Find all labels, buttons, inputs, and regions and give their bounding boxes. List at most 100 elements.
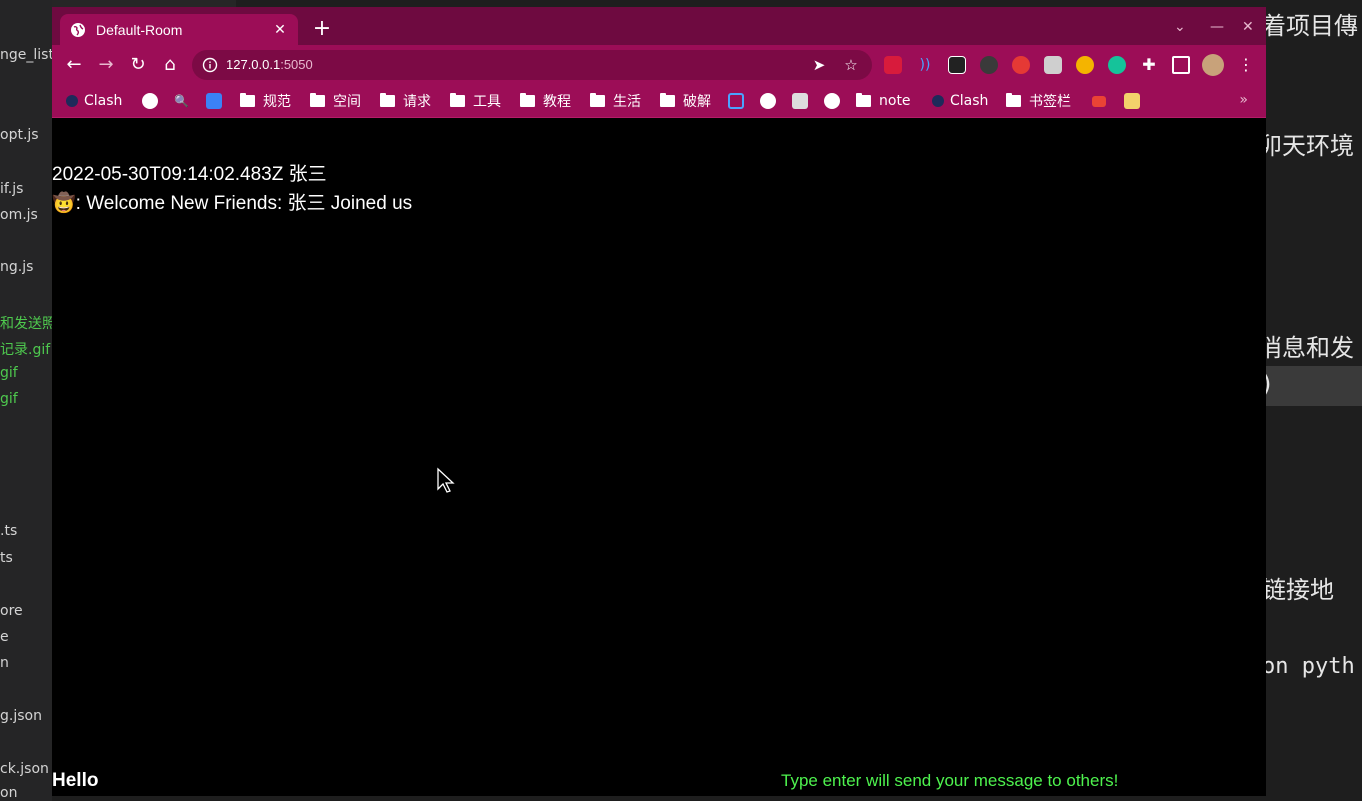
bookmark-notes[interactable] [792, 91, 814, 111]
folder-icon [520, 93, 535, 107]
bookmark-folder[interactable]: 工具 [450, 91, 501, 111]
clash-icon [66, 95, 78, 107]
bookmark-google[interactable] [142, 91, 164, 111]
extension-icon[interactable] [884, 56, 902, 74]
translate-icon [206, 93, 222, 109]
doc-text: 链接地 [1266, 576, 1334, 604]
extension-icon[interactable] [980, 56, 998, 74]
url-host: 127.0.0.1 [226, 57, 281, 72]
globe-icon [824, 93, 840, 109]
sidebar-file: e [0, 629, 9, 645]
sidebar-file: 和发送照 [0, 316, 52, 332]
home-button[interactable]: ⌂ [158, 53, 182, 77]
tab-strip: Default-Room ✕ + ⌄ — ✕ [52, 7, 1266, 45]
bookmark-gmail[interactable] [1092, 91, 1112, 111]
doc-text: 卯天环境 [1266, 132, 1354, 160]
bookmark-bilibili[interactable] [728, 91, 750, 111]
sidebar-file: n [0, 655, 9, 671]
code-block [1266, 366, 1362, 406]
google-icon [142, 93, 158, 109]
doc-text: 着项目傳 [1266, 12, 1358, 40]
sidebar-file: ck.json [0, 761, 49, 777]
folder-icon [450, 93, 465, 107]
send-icon[interactable]: ➤ [810, 56, 828, 74]
sidebar-file: gif [0, 365, 18, 381]
chevron-right-icon[interactable]: » [1239, 92, 1248, 108]
doc-code: on pyth [1266, 654, 1355, 679]
chat-message: 2022-05-30T09:14:02.483Z 张三 [52, 164, 327, 185]
mail-icon [1092, 95, 1106, 107]
bookmark-translate[interactable] [206, 91, 228, 111]
folder-icon [856, 93, 871, 107]
folder-icon [660, 93, 675, 107]
star-icon[interactable]: ☆ [842, 56, 860, 74]
globe-icon [71, 22, 85, 37]
browser-toolbar: ← → ↻ ⌂ 127.0.0.1:5050 ➤ ☆ )) ✚ ⋮ [52, 45, 1266, 85]
back-button[interactable]: ← [62, 53, 86, 77]
browser-window: Default-Room ✕ + ⌄ — ✕ ← → ↻ ⌂ 127.0.0.1… [52, 7, 1266, 796]
sidebar-file: on [0, 785, 18, 801]
folder-icon [590, 93, 605, 107]
bookmark-folder[interactable]: 生活 [590, 91, 641, 111]
tab-title: Default-Room [96, 21, 183, 38]
tab-close-icon[interactable]: ✕ [272, 22, 288, 38]
background-editor-sidebar: nge_list opt.js if.js om.js ng.js 和发送照 记… [0, 0, 52, 801]
folder-icon [1006, 93, 1021, 107]
folder-icon [380, 93, 395, 107]
tv-icon [728, 93, 744, 109]
bookmarks-bar: Clash 🔍 规范 空间 请求 工具 教程 生活 破解 note Clash … [52, 85, 1266, 118]
bookmark-clash[interactable]: Clash [932, 91, 988, 111]
bookmark-search[interactable]: 🔍 [174, 91, 196, 111]
sidebar-file: 记录.gif [0, 342, 51, 358]
chevron-down-icon[interactable]: ⌄ [1174, 19, 1186, 35]
background-bottom-strip [52, 796, 1266, 801]
signal-extension-icon[interactable]: )) [916, 56, 934, 74]
bookmark-folder[interactable]: 破解 [660, 91, 711, 111]
sidebar-file: if.js [0, 181, 24, 197]
address-bar[interactable]: 127.0.0.1:5050 ➤ ☆ [192, 50, 872, 80]
bookmark-folder[interactable]: 空间 [310, 91, 361, 111]
folder-icon [240, 93, 255, 107]
forward-button[interactable]: → [94, 53, 118, 77]
clash-icon [932, 95, 944, 107]
info-icon[interactable] [202, 57, 218, 73]
shield-icon [1124, 93, 1140, 109]
bookmark-note[interactable]: note [856, 91, 911, 111]
bookmark-clash[interactable]: Clash [66, 91, 122, 111]
minimize-icon[interactable]: — [1210, 19, 1224, 35]
chat-message: 🤠: Welcome New Friends: 张三 Joined us [52, 193, 413, 214]
chat-page: 2022-05-30T09:14:02.483Z 张三 🤠: Welcome N… [52, 119, 1266, 796]
send-hint: Type enter will send your message to oth… [781, 771, 1119, 790]
tab-default-room[interactable]: Default-Room ✕ [60, 14, 298, 45]
menu-icon[interactable]: ⋮ [1234, 53, 1258, 77]
sidebar-icon[interactable] [1172, 56, 1190, 74]
sidebar-file: ts [0, 550, 13, 566]
bookmark-folder[interactable]: 书签栏 [1006, 91, 1071, 111]
clock-icon [760, 93, 776, 109]
url-text: 127.0.0.1:5050 [226, 57, 313, 72]
bookmark-folder[interactable]: 请求 [380, 91, 431, 111]
mouse-cursor-icon [437, 467, 455, 493]
bookmark-shield[interactable] [1124, 91, 1146, 111]
sidebar-file: gif [0, 391, 18, 407]
extension-icon[interactable] [1012, 56, 1030, 74]
notes-icon [792, 93, 808, 109]
doc-text: 消息和发 [1266, 334, 1354, 362]
puzzle-icon[interactable]: ✚ [1140, 56, 1158, 74]
bookmark-folder[interactable]: 规范 [240, 91, 291, 111]
bookmark-web[interactable] [824, 91, 846, 111]
extension-icon[interactable] [948, 56, 966, 74]
extension-icon[interactable] [1076, 56, 1094, 74]
bookmark-folder[interactable]: 教程 [520, 91, 571, 111]
doc-text: ) [1266, 370, 1271, 398]
close-window-icon[interactable]: ✕ [1242, 19, 1254, 35]
reload-button[interactable]: ↻ [126, 53, 150, 77]
avatar[interactable] [1202, 54, 1224, 76]
message-input[interactable]: Hello [52, 770, 98, 792]
sidebar-file: opt.js [0, 127, 39, 143]
grammarly-icon[interactable] [1108, 56, 1126, 74]
new-tab-button[interactable]: + [310, 17, 334, 41]
extension-icon[interactable] [1044, 56, 1062, 74]
bookmark-clock[interactable] [760, 91, 782, 111]
sidebar-file: .ts [0, 523, 18, 539]
